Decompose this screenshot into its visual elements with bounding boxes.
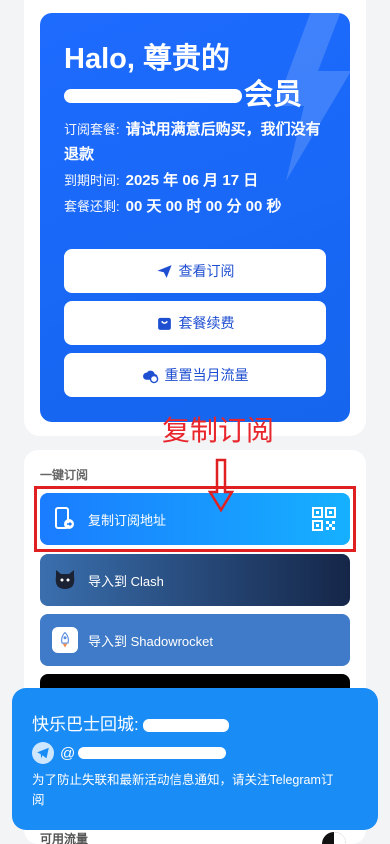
annotation-label: 复制订阅 bbox=[162, 415, 275, 446]
remain-value: 00 天 00 时 00 分 00 秒 bbox=[125, 198, 282, 215]
greeting-suffix: 会员 bbox=[244, 79, 303, 111]
remain-label: 套餐还剩: bbox=[64, 199, 120, 214]
rocket-icon bbox=[52, 627, 78, 653]
shopping-bag-icon bbox=[157, 317, 171, 330]
redacted-username bbox=[64, 89, 242, 104]
expire-value: 2025 年 06 月 17 日 bbox=[125, 172, 259, 189]
clash-cat-icon bbox=[52, 567, 78, 593]
view-subscription-label: 查看订阅 bbox=[178, 263, 235, 279]
plan-info: 订阅套餐: 请试用满意后购买，我们没有退款 bbox=[64, 117, 334, 167]
import-shadowrocket-button[interactable]: 导入到 Shadowrocket bbox=[40, 614, 350, 666]
annotation-arrow-icon bbox=[208, 458, 234, 512]
paper-plane-icon bbox=[156, 264, 172, 278]
import-clash-button[interactable]: 导入到 Clash bbox=[40, 554, 350, 606]
cloud-refresh-icon bbox=[142, 370, 158, 383]
notice-title-text: 快乐巴士回城: bbox=[32, 715, 139, 734]
renew-plan-button[interactable]: 套餐续费 bbox=[64, 301, 326, 345]
remain-info: 套餐还剩: 00 天 00 时 00 分 00 秒 bbox=[64, 194, 334, 219]
notice-popup: 快乐巴士回城: @ 为了防止失联和最新活动信息通知，请关注Telegram订阅 bbox=[12, 688, 378, 830]
telegram-channel-link[interactable]: @ bbox=[32, 742, 227, 764]
greeting-title: Halo, 尊贵的 会员 bbox=[64, 41, 344, 113]
expire-label: 到期时间: bbox=[64, 173, 120, 188]
notice-title: 快乐巴士回城: bbox=[32, 710, 229, 735]
traffic-pie-icon bbox=[322, 832, 346, 844]
subscribe-section-title: 一键订阅 bbox=[40, 468, 89, 482]
reset-traffic-label: 重置当月流量 bbox=[164, 367, 249, 383]
notice-description: 为了防止失联和最新活动信息通知，请关注Telegram订阅 bbox=[32, 773, 334, 807]
renew-plan-label: 套餐续费 bbox=[178, 315, 235, 331]
greeting-line1: Halo, 尊贵的 bbox=[64, 43, 230, 75]
expire-info: 到期时间: 2025 年 06 月 17 日 bbox=[64, 168, 334, 193]
import-shadowrocket-label: 导入到 Shadowrocket bbox=[88, 633, 213, 649]
highlight-annotation-box bbox=[34, 486, 356, 552]
hero-panel: Halo, 尊贵的 会员 订阅套餐: 请试用满意后购买，我们没有退款 到期时间: 2… bbox=[40, 13, 350, 422]
available-traffic-label: 可用流量 bbox=[40, 832, 89, 844]
view-subscription-button[interactable]: 查看订阅 bbox=[64, 249, 326, 293]
reset-traffic-button[interactable]: 重置当月流量 bbox=[64, 353, 326, 397]
telegram-prefix: @ bbox=[60, 744, 76, 762]
plan-label: 订阅套餐: bbox=[64, 122, 120, 137]
import-clash-label: 导入到 Clash bbox=[88, 573, 164, 589]
redacted-name bbox=[142, 719, 229, 733]
redacted-channel bbox=[78, 747, 227, 759]
telegram-icon bbox=[32, 742, 54, 764]
